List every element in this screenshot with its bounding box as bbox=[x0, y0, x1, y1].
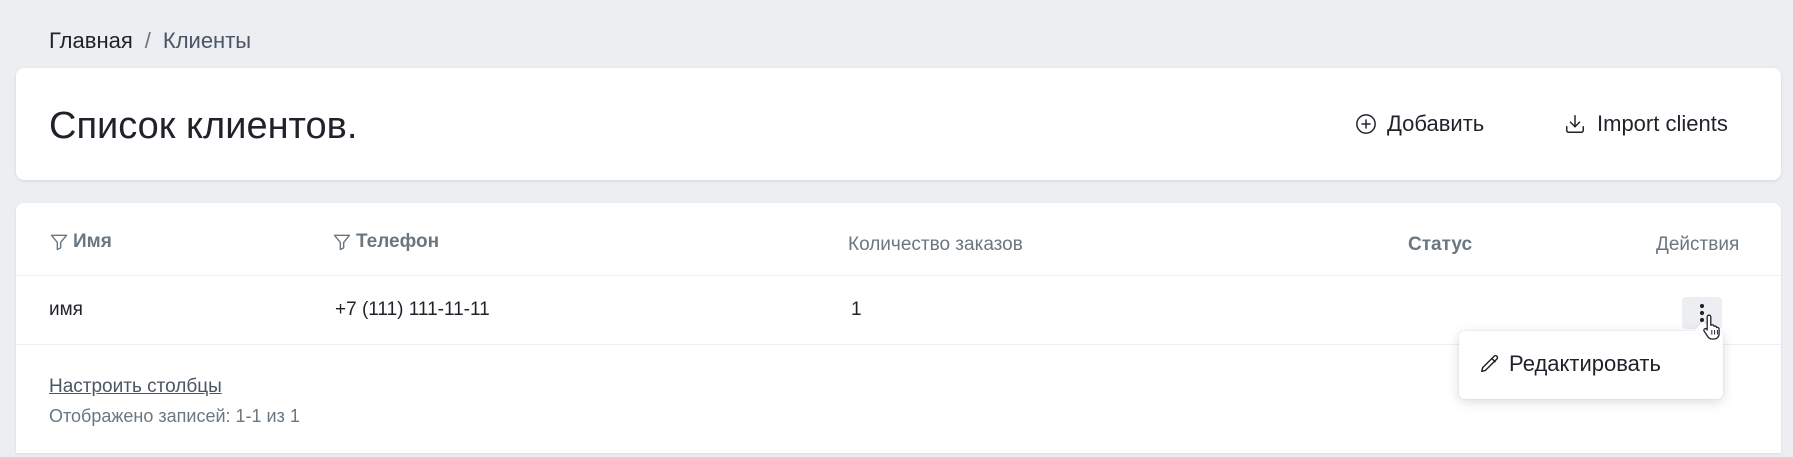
clients-table: Имя Телефон Количество заказов Статус Де… bbox=[16, 203, 1781, 453]
records-info: Отображено записей: 1-1 из 1 bbox=[49, 406, 300, 426]
row-actions-menu: Редактировать bbox=[1459, 321, 1723, 399]
page-title: Список клиентов. bbox=[49, 105, 358, 147]
cell-name: имя bbox=[49, 299, 83, 320]
download-icon bbox=[1566, 115, 1584, 133]
import-clients-label: Import clients bbox=[1597, 111, 1728, 136]
cell-orders: 1 bbox=[851, 299, 862, 320]
column-header-name[interactable]: Имя bbox=[49, 229, 112, 255]
column-header-name-label: Имя bbox=[73, 231, 112, 252]
column-header-orders-label: Количество заказов bbox=[848, 234, 1023, 255]
breadcrumb-separator: / bbox=[144, 28, 151, 53]
column-header-orders: Количество заказов bbox=[848, 232, 1023, 258]
configure-columns-link[interactable]: Настроить столбцы bbox=[49, 376, 222, 398]
import-clients-button[interactable]: Import clients bbox=[1563, 109, 1728, 139]
column-header-actions-label: Действия bbox=[1656, 234, 1740, 255]
menu-item-edit-label: Редактировать bbox=[1509, 351, 1661, 376]
plus-circle-icon bbox=[1356, 114, 1376, 134]
column-header-phone-label: Телефон bbox=[356, 231, 440, 252]
add-client-button[interactable]: Добавить bbox=[1355, 109, 1484, 139]
add-client-label: Добавить bbox=[1387, 111, 1485, 136]
column-header-status-label: Статус bbox=[1408, 234, 1473, 255]
filter-icon[interactable] bbox=[332, 232, 352, 252]
page-header-card: Список клиентов. Добавить Import clients bbox=[16, 68, 1781, 180]
cell-phone: +7 (111) 111-11-11 bbox=[335, 299, 490, 320]
menu-item-edit[interactable]: Редактировать bbox=[1479, 351, 1661, 377]
column-header-status[interactable]: Статус bbox=[1408, 232, 1472, 258]
column-header-phone[interactable]: Телефон bbox=[332, 229, 439, 255]
column-header-actions: Действия bbox=[1656, 232, 1739, 258]
table-divider bbox=[16, 275, 1781, 276]
hand-pointer-icon bbox=[1703, 314, 1720, 340]
pencil-icon bbox=[1481, 354, 1499, 373]
breadcrumb-current: Клиенты bbox=[162, 28, 252, 53]
breadcrumb: Главная / Клиенты bbox=[49, 28, 251, 54]
filter-icon[interactable] bbox=[49, 232, 69, 252]
breadcrumb-home-link[interactable]: Главная bbox=[49, 28, 133, 54]
